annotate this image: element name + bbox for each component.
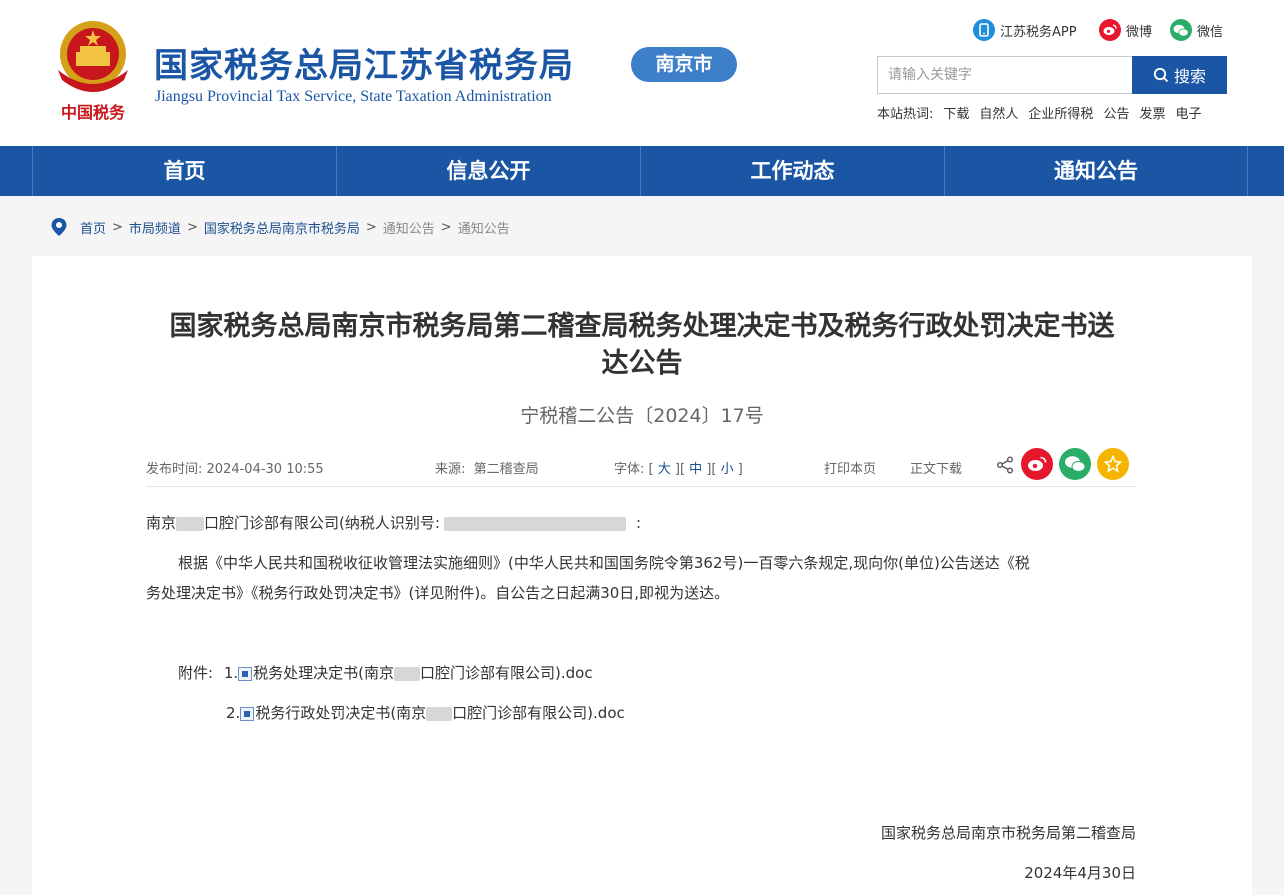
weibo-icon	[1099, 19, 1121, 41]
breadcrumb-home[interactable]: 首页	[80, 218, 106, 237]
attachment-link[interactable]: 税务行政处罚决定书(南京 口腔门诊部有限公司).doc	[255, 704, 624, 722]
nav-item-notice[interactable]: 通知公告	[944, 146, 1248, 196]
site-title[interactable]: 国家税务总局江苏省税务局	[154, 38, 574, 87]
issue-date: 2024年4月30日	[1024, 864, 1136, 882]
doc-file-icon	[240, 706, 255, 721]
breadcrumb-bureau[interactable]: 国家税务总局南京市税务局	[204, 218, 360, 237]
nav-item-info[interactable]: 信息公开	[336, 146, 640, 196]
breadcrumb-current[interactable]: 通知公告	[458, 218, 510, 237]
favorite-button[interactable]	[1097, 448, 1129, 480]
star-icon	[1104, 455, 1122, 473]
hot-word[interactable]: 企业所得税	[1028, 103, 1093, 122]
search-button[interactable]: 搜索	[1132, 56, 1227, 94]
article-panel: 国家税务总局南京市税务局第二稽查局税务处理决定书及税务行政处罚决定书送 达公告 …	[32, 256, 1252, 895]
publish-time: 发布时间: 2024-04-30 10:55	[146, 462, 324, 477]
app-link-label: 江苏税务APP	[1000, 24, 1077, 40]
doc-file-icon	[238, 666, 253, 681]
redacted-tax-id	[443, 516, 626, 531]
search-button-label: 搜索	[1173, 67, 1206, 86]
nav-item-work[interactable]: 工作动态	[640, 146, 944, 196]
hot-word[interactable]: 电子	[1175, 103, 1201, 122]
weibo-link-label: 微博	[1126, 24, 1153, 40]
source: 来源: 第二稽查局	[435, 462, 539, 477]
hot-word[interactable]: 自然人	[979, 103, 1018, 122]
hot-words: 本站热词: 下载 自然人 企业所得税 公告 发票 电子	[877, 103, 1211, 122]
site-subtitle: Jiangsu Provincial Tax Service, State Ta…	[155, 88, 552, 105]
nav-item-home[interactable]: 首页	[32, 146, 336, 196]
breadcrumb: 首页 > 市局频道 > 国家税务总局南京市税务局 > 通知公告 > 通知公告	[50, 216, 510, 238]
article-title: 国家税务总局南京市税务局第二稽查局税务处理决定书及税务行政处罚决定书送 达公告	[169, 311, 1115, 379]
hot-words-label: 本站热词:	[877, 107, 934, 122]
redacted-text	[394, 666, 421, 681]
share-wechat-button[interactable]	[1059, 448, 1091, 480]
hot-word[interactable]: 下载	[943, 103, 969, 122]
weibo-link[interactable]: 微博	[1099, 18, 1152, 42]
print-button[interactable]: 打印本页	[824, 458, 876, 477]
search-input[interactable]	[877, 56, 1133, 94]
font-medium-button[interactable]: 中	[689, 462, 702, 477]
attachment-link[interactable]: 税务处理决定书(南京 口腔门诊部有限公司).doc	[253, 664, 592, 682]
wechat-link[interactable]: 微信	[1170, 18, 1223, 42]
svg-text:中国税务: 中国税务	[61, 103, 126, 122]
app-link[interactable]: 江苏税务APP	[973, 18, 1077, 42]
search-icon	[1153, 67, 1169, 83]
main-nav: 首页 信息公开 工作动态 通知公告	[0, 146, 1284, 196]
breadcrumb-notice[interactable]: 通知公告	[383, 218, 435, 237]
download-button[interactable]: 正文下载	[910, 458, 962, 477]
redacted-text	[176, 516, 205, 531]
share-icon[interactable]	[996, 456, 1014, 474]
hot-word[interactable]: 发票	[1139, 103, 1165, 122]
hot-word[interactable]: 公告	[1103, 103, 1129, 122]
attachment-1: 附件: 1. 税务处理决定书(南京 口腔门诊部有限公司).doc	[178, 664, 593, 682]
wechat-link-label: 微信	[1197, 24, 1224, 40]
attachment-label: 附件:	[178, 664, 214, 682]
share-weibo-button[interactable]	[1021, 448, 1053, 480]
font-size-control: 字体: [ 大 ][ 中 ][ 小 ]	[614, 462, 743, 477]
font-small-button[interactable]: 小	[721, 462, 734, 477]
attachment-2: 2. 税务行政处罚决定书(南京 口腔门诊部有限公司).doc	[226, 704, 625, 722]
redacted-text	[426, 706, 453, 721]
meta-divider	[146, 486, 1136, 487]
location-pin-icon	[51, 218, 67, 236]
wechat-icon	[1170, 19, 1192, 41]
city-badge[interactable]: 南京市	[631, 47, 737, 82]
font-large-button[interactable]: 大	[658, 462, 671, 477]
national-emblem-logo[interactable]: 中国税务	[50, 18, 136, 126]
wechat-icon	[1065, 456, 1086, 472]
weibo-icon	[1028, 456, 1047, 471]
article-meta: 发布时间: 2024-04-30 10:55 来源: 第二稽查局 字体: [ 大…	[146, 456, 1136, 488]
site-header: 中国税务 国家税务总局江苏省税务局 Jiangsu Provincial Tax…	[0, 0, 1284, 146]
addressee-line: 南京 口腔门诊部有限公司(纳税人识别号::	[146, 514, 641, 532]
notice-paragraph: 根据《中华人民共和国税收征收管理法实施细则》(中华人民共和国国务院令第362号)…	[146, 554, 1030, 602]
issuer-signature: 国家税务总局南京市税务局第二稽查局	[880, 824, 1136, 842]
document-number: 宁税稽二公告〔2024〕17号	[520, 405, 764, 427]
phone-app-icon	[973, 19, 995, 41]
breadcrumb-channel[interactable]: 市局频道	[129, 218, 181, 237]
